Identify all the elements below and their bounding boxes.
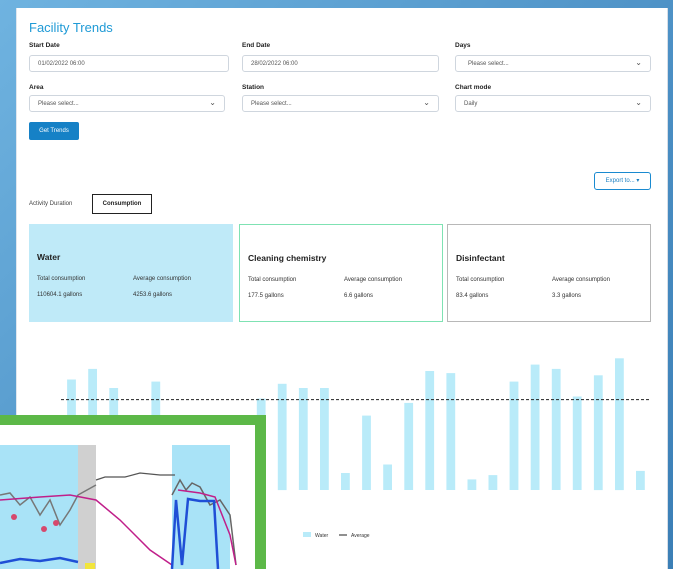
inset-marker (11, 514, 17, 520)
water-bar[interactable] (341, 473, 350, 490)
trend-inset-graphic (0, 445, 237, 569)
water-bar[interactable] (362, 415, 371, 490)
water-bar[interactable] (636, 470, 645, 490)
water-bar[interactable] (530, 364, 540, 490)
water-bar[interactable] (593, 375, 603, 491)
water-bar[interactable] (467, 479, 477, 490)
trend-inset-panel (0, 415, 266, 569)
inset-yellow-marker (85, 563, 95, 569)
inset-shade-2 (78, 445, 96, 569)
legend-water-label: Water (315, 533, 328, 539)
water-bar[interactable] (404, 402, 414, 490)
inset-marker (53, 520, 59, 526)
legend-water-swatch (303, 532, 311, 537)
water-bar[interactable] (320, 388, 329, 490)
legend-average-label: Average (351, 533, 370, 539)
water-bar[interactable] (551, 368, 561, 490)
water-bar[interactable] (298, 388, 308, 490)
inset-shade-1 (0, 445, 78, 569)
trend-inset-plot (0, 425, 255, 569)
inset-grey-line (95, 472, 175, 481)
water-bar[interactable] (488, 475, 498, 490)
water-bar[interactable] (572, 396, 582, 491)
water-bar[interactable] (446, 373, 456, 490)
water-bar[interactable] (425, 371, 435, 490)
water-bar[interactable] (383, 464, 392, 491)
water-bar[interactable] (509, 381, 519, 490)
water-bar[interactable] (615, 358, 624, 491)
chart-legend: Water Average (303, 532, 370, 539)
inset-marker (41, 526, 47, 532)
